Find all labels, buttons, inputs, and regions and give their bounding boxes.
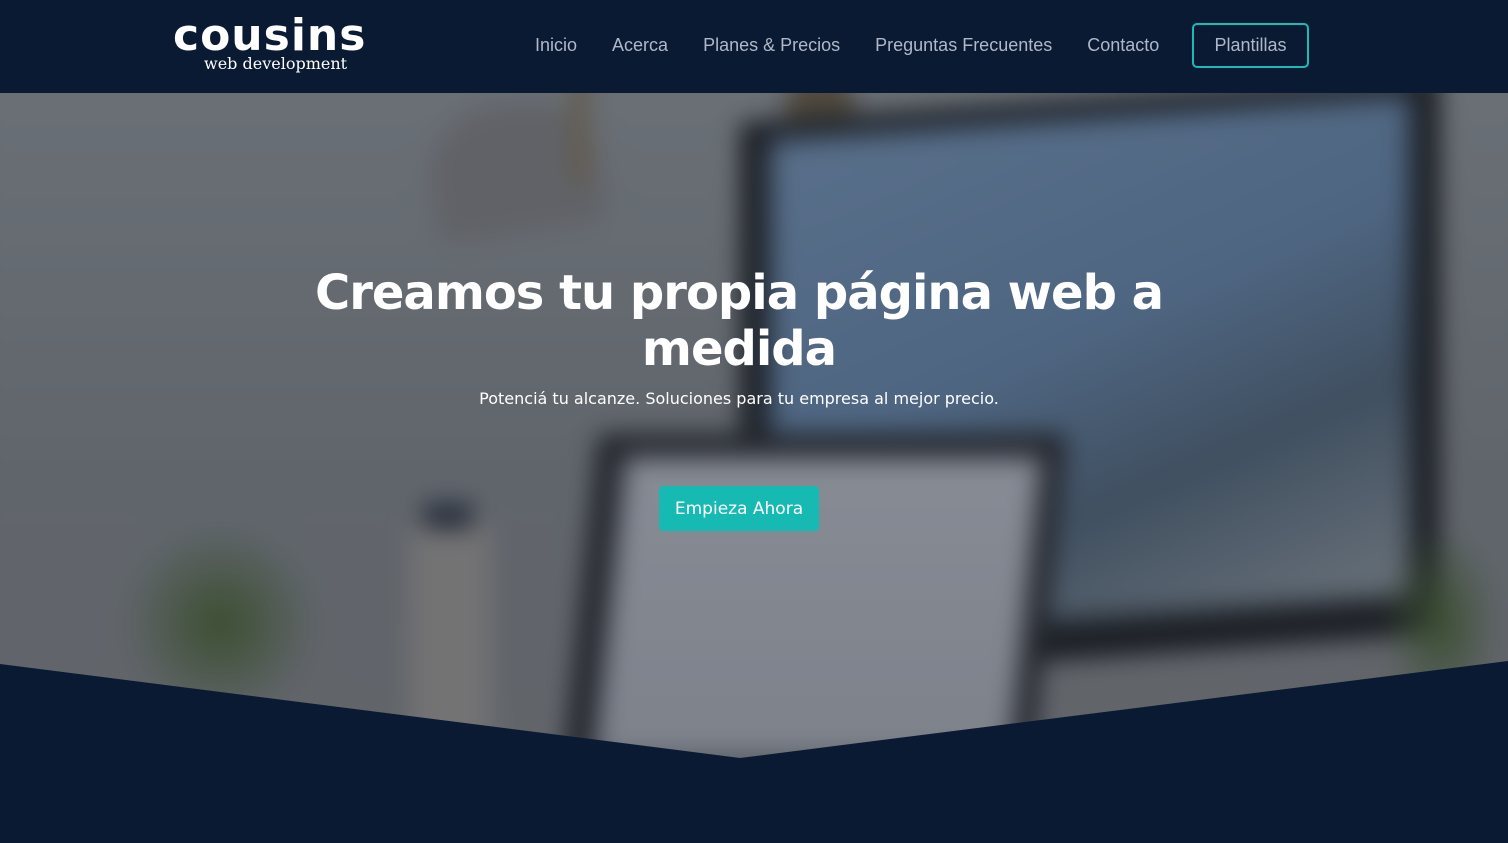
plantillas-button[interactable]: Plantillas — [1192, 23, 1309, 68]
nav-link-acerca[interactable]: Acerca — [612, 35, 668, 56]
nav-link-inicio[interactable]: Inicio — [535, 35, 577, 56]
hero-subtitle: Potenciá tu alcanze. Soluciones para tu … — [479, 389, 999, 408]
main-nav: Inicio Acerca Planes & Precios Preguntas… — [535, 30, 1194, 60]
nav-link-planes-precios[interactable]: Planes & Precios — [703, 35, 840, 56]
nav-link-contacto[interactable]: Contacto — [1087, 35, 1159, 56]
logo-wordmark: cousins — [173, 10, 367, 61]
hero-title: Creamos tu propia página web a medida — [314, 265, 1164, 377]
logo-tagline: web development — [204, 54, 348, 73]
top-navbar: cousins web development Inicio Acerca Pl… — [0, 0, 1508, 93]
nav-link-preguntas-frecuentes[interactable]: Preguntas Frecuentes — [875, 35, 1052, 56]
brand-logo[interactable]: cousins web development — [173, 12, 383, 76]
hero-section: Creamos tu propia página web a medida Po… — [0, 93, 1508, 843]
hero-bottom-divider — [0, 661, 1508, 843]
empieza-ahora-button[interactable]: Empieza Ahora — [659, 486, 819, 531]
